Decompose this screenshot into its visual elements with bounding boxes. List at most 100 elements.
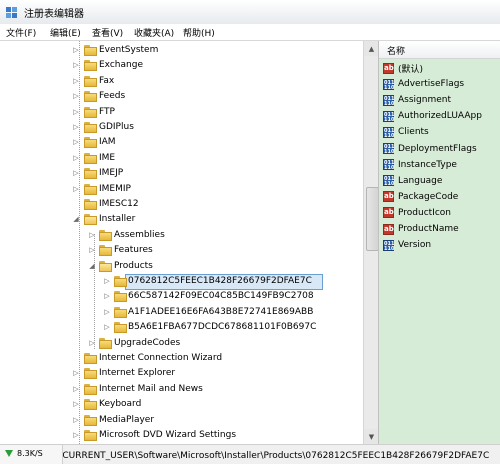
- tree-node-label[interactable]: 66C587142F09EC04C85BC149FB9C2708: [128, 291, 314, 301]
- tree-node-label[interactable]: IME: [99, 153, 115, 163]
- expand-arrow-icon[interactable]: ▷: [71, 431, 81, 439]
- expand-arrow-icon[interactable]: ▷: [71, 400, 81, 408]
- tree-node[interactable]: IMESC12: [0, 197, 363, 212]
- expand-arrow-icon[interactable]: ▷: [71, 138, 81, 146]
- tree-node[interactable]: ▷ 66C587142F09EC04C85BC149FB9C2708: [0, 289, 363, 304]
- tree-node-label[interactable]: Features: [114, 245, 153, 255]
- binary-value-icon: 011 110: [383, 126, 395, 139]
- tree-node[interactable]: ▷ GDIPlus: [0, 120, 363, 135]
- tree-node[interactable]: ▷ FTP: [0, 105, 363, 120]
- scroll-down-arrow-icon[interactable]: ▼: [364, 429, 379, 444]
- expand-arrow-icon[interactable]: ▷: [71, 77, 81, 85]
- menu-file[interactable]: 文件(F): [6, 26, 36, 39]
- tree-node[interactable]: ▷ IMEJP: [0, 166, 363, 181]
- tree-node[interactable]: ▷ Keyboard: [0, 397, 363, 412]
- expand-arrow-icon[interactable]: ▷: [71, 369, 81, 377]
- registry-key-tree[interactable]: ▷ EventSystem ▷ Exchange ▷ Fax ▷ Feeds ▷ FTP ▷ GDIP…: [0, 41, 363, 444]
- tree-node[interactable]: ▷ EventSystem: [0, 43, 363, 58]
- tree-node[interactable]: ◢ Products: [0, 259, 363, 274]
- tree-node-label[interactable]: 0762812C5FEEC1B428F26679F2DFAE7C: [128, 276, 312, 286]
- registry-value-item[interactable]: ab ProductName: [383, 221, 459, 237]
- registry-value-item[interactable]: ab (默认): [383, 60, 423, 76]
- tree-node-label[interactable]: IAM: [99, 137, 116, 147]
- registry-value-item[interactable]: 011 110 Assignment: [383, 92, 451, 108]
- registry-value-item[interactable]: 011 110 Clients: [383, 124, 429, 140]
- registry-value-item[interactable]: 011 110 AuthorizedLUAApp: [383, 108, 482, 124]
- tree-node[interactable]: ▷ MediaPlayer: [0, 413, 363, 428]
- tree-node-label[interactable]: Internet Mail and News: [99, 384, 203, 394]
- tree-node-label[interactable]: GDIPlus: [99, 122, 134, 132]
- menu-view[interactable]: 查看(V): [92, 26, 123, 39]
- registry-value-item[interactable]: ab ProductIcon: [383, 205, 451, 221]
- tree-node-label[interactable]: Feeds: [99, 91, 125, 101]
- expand-arrow-icon[interactable]: ▷: [87, 231, 97, 239]
- scroll-up-arrow-icon[interactable]: ▲: [364, 41, 379, 56]
- tree-node[interactable]: ▷ A1F1ADEE16E6FA643B8E72741E869ABB: [0, 305, 363, 320]
- expand-arrow-icon[interactable]: ▷: [71, 185, 81, 193]
- registry-value-item[interactable]: 011 110 Version: [383, 237, 431, 253]
- expand-arrow-icon[interactable]: ◢: [87, 262, 97, 270]
- tree-node-label[interactable]: MediaPlayer: [99, 415, 154, 425]
- tree-node-label[interactable]: Microsoft DVD Wizard Settings: [99, 430, 236, 440]
- expand-arrow-icon[interactable]: ▷: [71, 108, 81, 116]
- registry-value-item[interactable]: 011 110 Language: [383, 173, 442, 189]
- expand-arrow-icon[interactable]: ▷: [71, 61, 81, 69]
- tree-node-label[interactable]: Exchange: [99, 60, 143, 70]
- expand-arrow-icon[interactable]: ▷: [102, 323, 112, 331]
- menu-favorites[interactable]: 收藏夹(A): [134, 26, 174, 39]
- tree-node-label[interactable]: Products: [114, 261, 153, 271]
- tree-node[interactable]: ▷ IME: [0, 151, 363, 166]
- tree-node-label[interactable]: IMEJP: [99, 168, 123, 178]
- expand-arrow-icon[interactable]: ▷: [71, 416, 81, 424]
- tree-node[interactable]: ▷ IAM: [0, 135, 363, 150]
- tree-node[interactable]: Internet Connection Wizard: [0, 351, 363, 366]
- tree-node-label[interactable]: IMEMIP: [99, 184, 131, 194]
- tree-node-label[interactable]: A1F1ADEE16E6FA643B8E72741E869ABB: [128, 307, 313, 317]
- expand-arrow-icon[interactable]: ▷: [71, 154, 81, 162]
- expand-arrow-icon[interactable]: ▷: [87, 339, 97, 347]
- tree-node-label[interactable]: Keyboard: [99, 399, 141, 409]
- expand-arrow-icon[interactable]: ▷: [71, 169, 81, 177]
- tree-node-label[interactable]: IMESC12: [99, 199, 139, 209]
- expand-arrow-icon[interactable]: ▷: [87, 246, 97, 254]
- expand-arrow-icon[interactable]: ▷: [71, 46, 81, 54]
- tree-node[interactable]: ▷ UpgradeCodes: [0, 336, 363, 351]
- tree-node-label[interactable]: Internet Explorer: [99, 368, 175, 378]
- expand-arrow-icon[interactable]: ▷: [71, 385, 81, 393]
- registry-value-item[interactable]: 011 110 DeploymentFlags: [383, 141, 477, 157]
- menu-help[interactable]: 帮助(H): [183, 26, 215, 39]
- tree-node[interactable]: ▷ Exchange: [0, 58, 363, 73]
- tree-node-label[interactable]: Installer: [99, 214, 135, 224]
- tree-node[interactable]: ▷ IMEMIP: [0, 182, 363, 197]
- expand-arrow-icon[interactable]: ▷: [71, 123, 81, 131]
- tree-node-label[interactable]: Internet Connection Wizard: [99, 353, 222, 363]
- column-header-name[interactable]: 名称: [379, 41, 500, 59]
- tree-node[interactable]: ▷ B5A6E1FBA677DCDC678681101F0B697C: [0, 320, 363, 335]
- tree-node[interactable]: ▷ Feeds: [0, 89, 363, 104]
- expand-arrow-icon[interactable]: ▷: [71, 92, 81, 100]
- tree-vertical-scrollbar[interactable]: ▲ ▼: [363, 41, 379, 444]
- tree-node[interactable]: ▷ Fax: [0, 74, 363, 89]
- tree-node-label[interactable]: EventSystem: [99, 45, 158, 55]
- tree-node-label[interactable]: FTP: [99, 107, 115, 117]
- registry-value-item[interactable]: ab PackageCode: [383, 189, 458, 205]
- tree-node-label[interactable]: Assemblies: [114, 230, 165, 240]
- tree-node-label[interactable]: Fax: [99, 76, 114, 86]
- tree-node-label[interactable]: B5A6E1FBA677DCDC678681101F0B697C: [128, 322, 316, 332]
- expand-arrow-icon[interactable]: ◢: [71, 215, 81, 223]
- tree-node[interactable]: ▷ Assemblies: [0, 228, 363, 243]
- expand-arrow-icon[interactable]: ▷: [102, 292, 112, 300]
- tree-node[interactable]: ▷ Internet Mail and News: [0, 382, 363, 397]
- tree-node[interactable]: ◢ Installer: [0, 212, 363, 227]
- tree-node-label[interactable]: UpgradeCodes: [114, 338, 180, 348]
- tree-node[interactable]: ▷ Microsoft DVD Wizard Settings: [0, 428, 363, 443]
- expand-arrow-icon[interactable]: ▷: [102, 277, 112, 285]
- tree-node[interactable]: ▷ Features: [0, 243, 363, 258]
- expand-arrow-icon[interactable]: ▷: [102, 308, 112, 316]
- tree-node[interactable]: ▷ 0762812C5FEEC1B428F26679F2DFAE7C: [0, 274, 363, 290]
- menu-edit[interactable]: 编辑(E): [50, 26, 81, 39]
- tree-node[interactable]: ▷ Internet Explorer: [0, 366, 363, 381]
- registry-values-list[interactable]: 名称 ab (默认) 011 110 AdvertiseFlags 011 110 Ass…: [378, 41, 500, 444]
- registry-value-item[interactable]: 011 110 AdvertiseFlags: [383, 76, 464, 92]
- registry-value-item[interactable]: 011 110 InstanceType: [383, 157, 457, 173]
